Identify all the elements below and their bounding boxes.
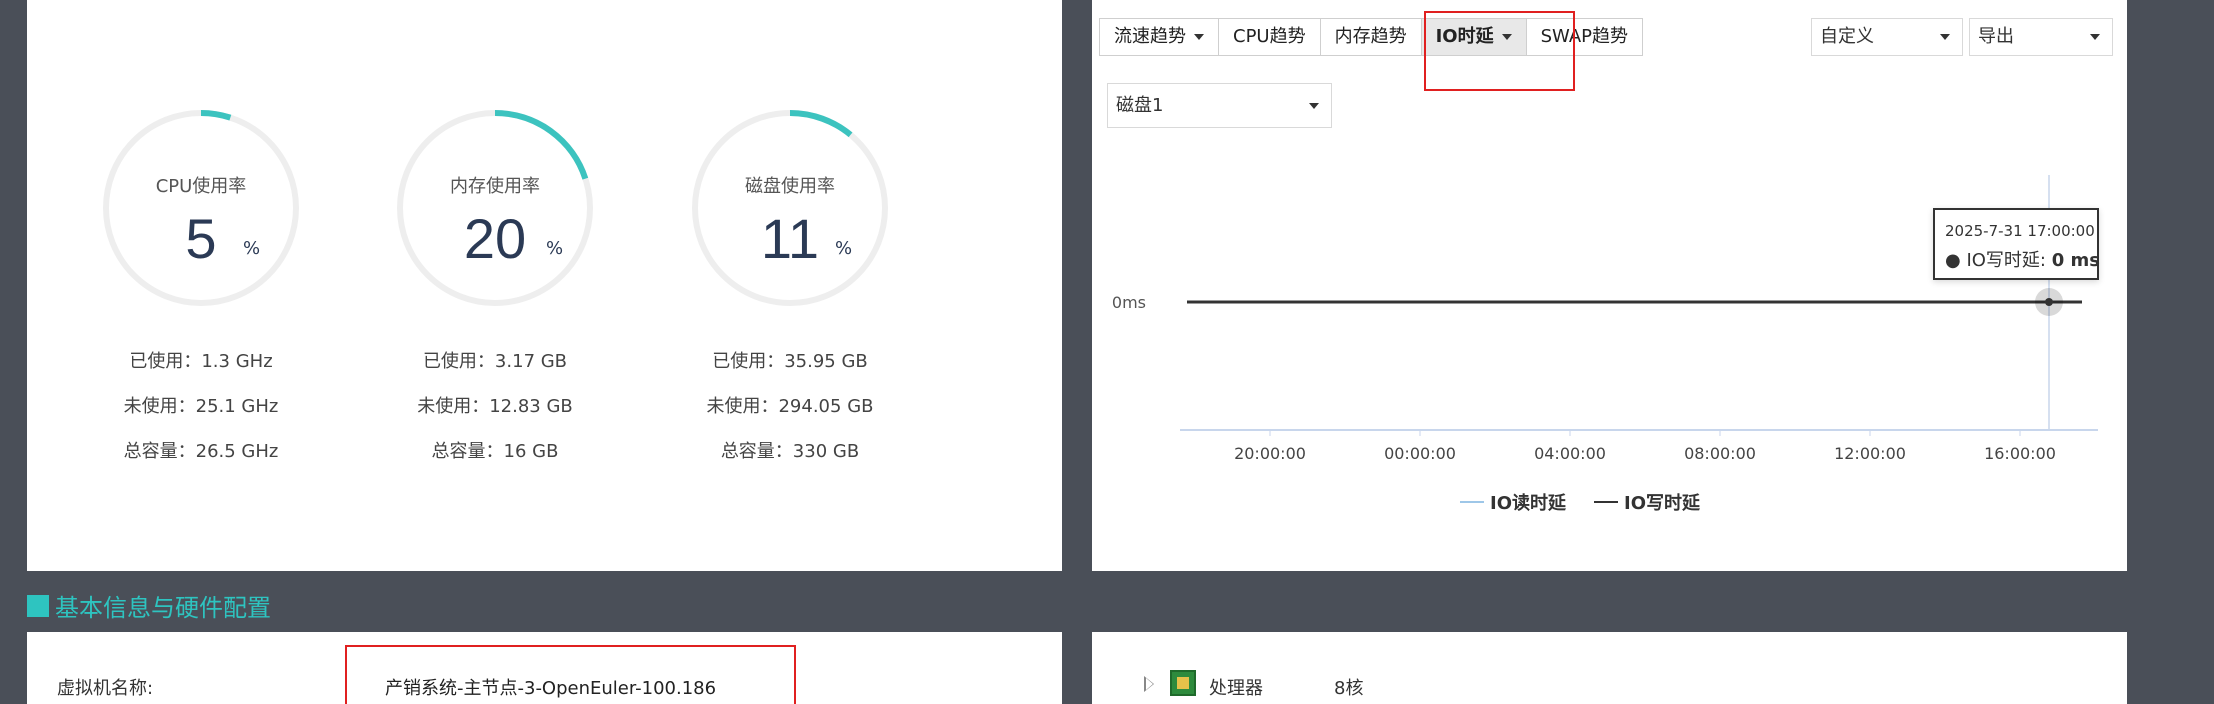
select-value: 自定义 xyxy=(1820,26,1874,47)
x-tick-label: 16:00:00 xyxy=(1984,444,2056,463)
tooltip-time: 2025-7-31 17:00:00 xyxy=(1945,222,2095,240)
tab-label: 内存趋势 xyxy=(1334,26,1407,47)
processor-icon xyxy=(1170,670,1196,696)
x-tick-label: 12:00:00 xyxy=(1834,444,1906,463)
chevron-down-icon xyxy=(1940,34,1950,40)
tooltip-label: IO写时延: xyxy=(1966,250,2046,271)
memory-usage-gauge: 内存使用率 20 % xyxy=(395,108,595,308)
trend-chart-panel: 流速趋势 CPU趋势 内存趋势 IO时延 SWAP趋势 自定义 导出 磁盘1 0… xyxy=(1092,0,2127,571)
gauge-fill-arc xyxy=(494,110,589,180)
chevron-down-icon xyxy=(1194,34,1204,40)
export-select[interactable]: 导出 xyxy=(1969,18,2113,56)
tooltip-value: 0 ms xyxy=(2051,250,2100,271)
tooltip-row: ● IO写时延: 0 ms xyxy=(1945,250,2100,271)
disk-total: 总容量：330 GB xyxy=(720,441,860,462)
hover-point-halo xyxy=(2035,288,2063,316)
chart-tooltip: 2025-7-31 17:00:00 ● IO写时延: 0 ms xyxy=(1933,208,2100,280)
gauge-fill-arc xyxy=(789,110,853,138)
cpu-free: 未使用：25.1 GHz xyxy=(123,396,279,417)
disk-free: 未使用：294.05 GB xyxy=(706,396,874,417)
gauge-title: CPU使用率 xyxy=(155,176,247,197)
x-tick-label: 20:00:00 xyxy=(1234,444,1306,463)
vm-name-label: 虚拟机名称: xyxy=(57,678,154,699)
x-tick-label: 00:00:00 xyxy=(1384,444,1456,463)
time-range-select[interactable]: 自定义 xyxy=(1811,18,1963,56)
chevron-down-icon xyxy=(1309,103,1319,109)
disk-used: 已使用：35.95 GB xyxy=(712,351,868,372)
gauge-unit: % xyxy=(546,238,564,259)
tab-cpu-trend[interactable]: CPU趋势 xyxy=(1218,18,1321,56)
section-title-text: 基本信息与硬件配置 xyxy=(55,594,271,622)
select-value: 磁盘1 xyxy=(1116,95,1164,116)
resource-usage-panel: CPU使用率 5 % 已使用：1.3 GHz 未使用：25.1 GHz 总容量：… xyxy=(27,0,1062,571)
gauge-unit: % xyxy=(835,238,853,259)
disk-usage-gauge: 磁盘使用率 11 % xyxy=(690,108,890,308)
legend-label: IO写时延 xyxy=(1624,493,1701,514)
memory-total: 总容量：16 GB xyxy=(431,441,559,462)
tab-memory-trend[interactable]: 内存趋势 xyxy=(1319,18,1422,56)
section-marker-icon xyxy=(27,594,49,617)
gauge-title: 磁盘使用率 xyxy=(745,176,835,197)
hover-point xyxy=(2045,298,2053,306)
cpu-usage-gauge: CPU使用率 5 % xyxy=(101,108,301,308)
disk-select[interactable]: 磁盘1 xyxy=(1107,83,1332,128)
cpu-used: 已使用：1.3 GHz xyxy=(129,351,273,372)
section-title: 基本信息与硬件配置 xyxy=(27,588,271,623)
memory-free: 未使用：12.83 GB xyxy=(417,396,573,417)
gauge-value: 5 xyxy=(185,207,217,270)
memory-used: 已使用：3.17 GB xyxy=(422,351,568,372)
y-tick-label: 0ms xyxy=(1112,293,1146,312)
x-tick-label: 08:00:00 xyxy=(1684,444,1756,463)
gauge-fill-arc xyxy=(200,110,232,121)
expand-triangle-inner xyxy=(1146,678,1153,690)
processor-value: 8核 xyxy=(1334,678,1364,699)
gauge-value: 20 xyxy=(463,207,527,270)
x-tick-label: 04:00:00 xyxy=(1534,444,1606,463)
hardware-panel: 处理器 8核 xyxy=(1092,632,2127,704)
processor-label: 处理器 xyxy=(1209,678,1263,699)
cpu-total: 总容量：26.5 GHz xyxy=(123,441,279,462)
chevron-down-icon xyxy=(2090,34,2100,40)
gauge-value: 11 xyxy=(760,207,820,270)
gauge-unit: % xyxy=(243,238,261,259)
highlight-box xyxy=(345,645,796,704)
tab-flow-trend[interactable]: 流速趋势 xyxy=(1099,18,1219,56)
gauge-title: 内存使用率 xyxy=(450,176,540,197)
select-value: 导出 xyxy=(1978,26,2014,47)
tab-label: CPU趋势 xyxy=(1233,26,1306,47)
highlight-box xyxy=(1424,11,1575,91)
legend-label: IO读时延 xyxy=(1490,492,1567,514)
tab-label: 流速趋势 xyxy=(1114,26,1186,47)
